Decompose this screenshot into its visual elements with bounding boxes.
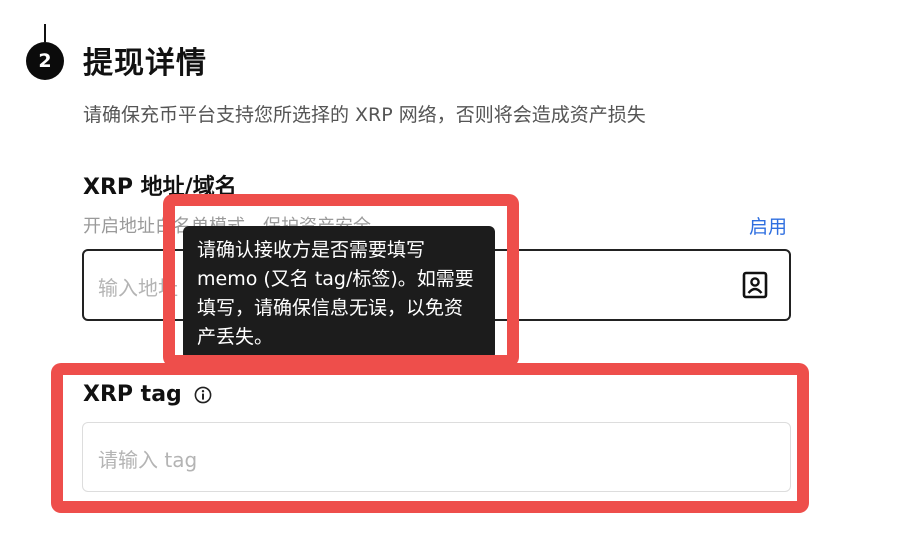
step-connector-line bbox=[44, 24, 46, 42]
address-field-label: XRP 地址/域名 bbox=[83, 175, 237, 200]
info-icon[interactable] bbox=[194, 386, 212, 404]
withdraw-details-page: 2 提现详情 请确保充币平台支持您所选择的 XRP 网络，否则将会造成资产损失 … bbox=[0, 0, 907, 535]
tag-input-placeholder: 请输入 tag bbox=[98, 448, 198, 472]
address-input-placeholder: 输入地址 bbox=[98, 276, 178, 300]
tag-label-text: XRP tag bbox=[83, 382, 182, 407]
address-book-icon[interactable] bbox=[742, 271, 768, 299]
section-title: 提现详情 bbox=[83, 46, 207, 81]
tooltip-arrow bbox=[195, 358, 213, 367]
section-description: 请确保充币平台支持您所选择的 XRP 网络，否则将会造成资产损失 bbox=[83, 104, 646, 126]
tag-field-label: XRP tag bbox=[83, 380, 212, 410]
enable-whitelist-link[interactable]: 启用 bbox=[749, 214, 787, 240]
memo-tooltip: 请确认接收方是否需要填写memo (又名 tag/标签)。如需要填写，请确保信息… bbox=[183, 226, 495, 360]
step-number-badge: 2 bbox=[26, 42, 64, 80]
